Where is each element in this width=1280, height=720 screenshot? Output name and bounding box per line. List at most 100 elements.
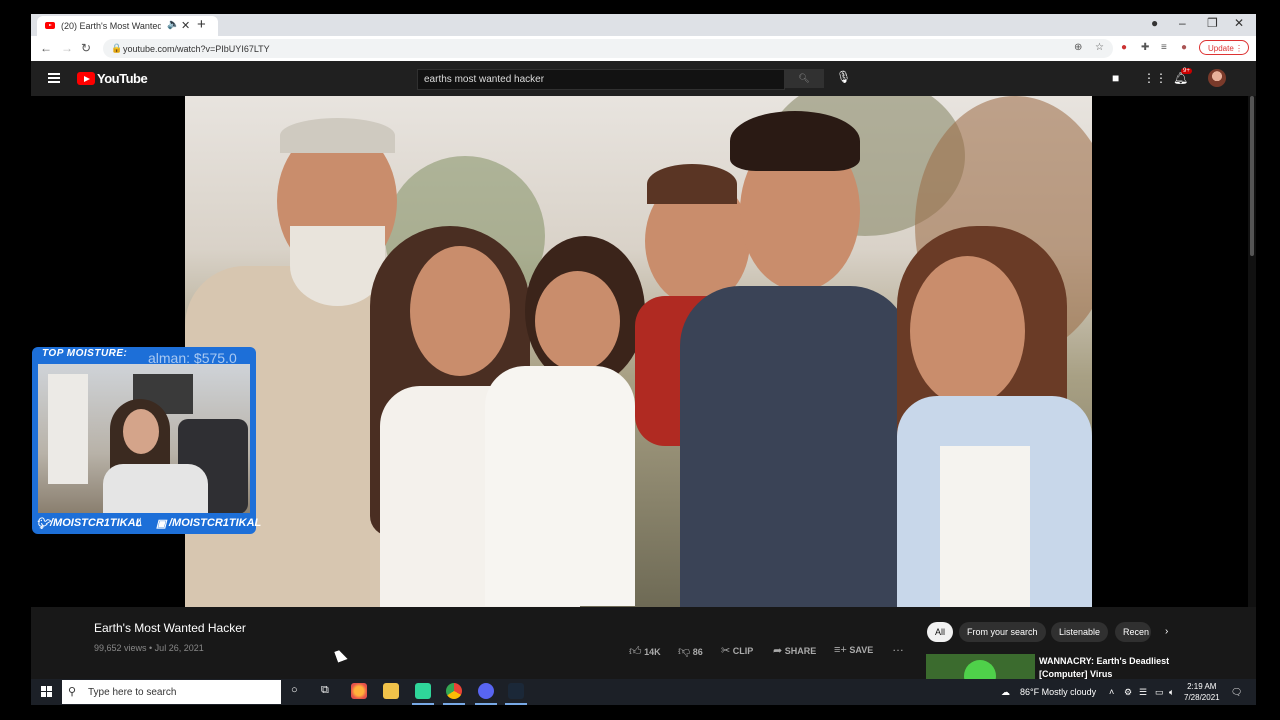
chip-recent[interactable]: Recen: [1115, 622, 1151, 642]
weather-text[interactable]: 86°F Mostly cloudy: [1020, 687, 1096, 697]
cortana-icon[interactable]: ○: [291, 684, 298, 696]
page-scrollbar[interactable]: [1248, 96, 1256, 607]
volume-icon[interactable]: 🔈︎: [1169, 687, 1174, 698]
water-drop-icon: 💧︎: [136, 515, 141, 529]
share-button[interactable]: ➦ SHARE: [773, 644, 816, 657]
clock-date: 7/28/2021: [1184, 693, 1220, 702]
twitter-icon: 🐦︎: [36, 518, 50, 530]
hamburger-menu-icon[interactable]: [48, 73, 60, 83]
search-button[interactable]: 🔍︎: [784, 69, 824, 88]
tray-apps-icon[interactable]: ⚙: [1124, 687, 1132, 698]
father-shirt: [680, 286, 910, 607]
user-avatar[interactable]: [1208, 69, 1226, 87]
extension-badge-icon[interactable]: ●: [1121, 42, 1127, 53]
tab-close-icon[interactable]: ✕: [181, 19, 190, 32]
browser-tab-active[interactable]: (20) Earth's Most Wanted Ha 🔈 ✕: [37, 16, 218, 36]
update-button[interactable]: Update ⋮: [1199, 40, 1249, 55]
chip-all[interactable]: All: [927, 622, 954, 642]
microphone-icon[interactable]: 🎙︎: [836, 70, 851, 84]
firefox-icon[interactable]: [351, 683, 367, 699]
youtube-masthead: YouTube earths most wanted hacker 🔍︎ 🎙︎ …: [31, 61, 1256, 96]
minimize-button[interactable]: –: [1179, 16, 1186, 30]
chrome-icon[interactable]: [446, 683, 462, 699]
file-explorer-icon[interactable]: [383, 683, 399, 699]
kebab-menu-icon: ⋮: [1235, 44, 1243, 53]
reading-list-icon[interactable]: ≡: [1161, 42, 1167, 53]
youtube-favicon-icon: [45, 22, 55, 29]
restore-button[interactable]: ❐: [1207, 16, 1218, 30]
dislike-button[interactable]: 👎︎ 86: [678, 644, 703, 659]
youtube-logo-icon[interactable]: [77, 72, 95, 85]
video-meta: 99,652 views • Jul 26, 2021: [94, 643, 204, 653]
scissors-icon: ✂: [721, 645, 731, 657]
active-indicator: [443, 703, 465, 705]
app-icon-green[interactable]: [415, 683, 431, 699]
recommended-thumbnail[interactable]: [926, 654, 1035, 679]
lock-icon: 🔒: [111, 43, 123, 53]
thumbs-up-icon: 👍︎: [629, 644, 642, 658]
search-input[interactable]: earths most wanted hacker: [417, 69, 785, 90]
windows-start-icon[interactable]: [41, 686, 52, 697]
clock-time: 2:19 AM: [1187, 682, 1217, 691]
install-icon[interactable]: ⊕: [1074, 42, 1082, 53]
address-bar[interactable]: 🔒 youtube.com/watch?v=PIbUYI67LTY: [103, 39, 1113, 58]
like-button[interactable]: 👍︎ 14K: [629, 644, 661, 659]
chip-listenable[interactable]: Listenable: [1051, 622, 1109, 642]
speaker-icon[interactable]: 🔈: [167, 19, 179, 30]
tab-strip: (20) Earth's Most Wanted Ha 🔈 ✕ + ● – ❐ …: [31, 14, 1256, 36]
weather-cloud-icon[interactable]: ☁: [1001, 687, 1010, 698]
streamer-face: [123, 409, 159, 454]
save-button[interactable]: ≡+ SAVE: [834, 644, 873, 656]
browser-toolbar: ← → ↻ 🔒 youtube.com/watch?v=PIbUYI67LTY …: [31, 36, 1256, 61]
father-hair: [730, 111, 860, 171]
network-icon[interactable]: ☰: [1139, 687, 1147, 698]
share-arrow-icon: ➦: [773, 645, 783, 657]
steam-icon[interactable]: [508, 683, 524, 699]
create-video-icon[interactable]: ■: [1112, 71, 1119, 85]
twitch-icon: ▣: [156, 518, 167, 530]
window-close-button[interactable]: ✕: [1234, 16, 1244, 30]
taskbar-search-input[interactable]: ⚲ Type here to search: [62, 680, 281, 704]
notification-center-icon[interactable]: 🗨︎: [1231, 687, 1242, 698]
webcam-feed: [38, 364, 250, 513]
clip-button[interactable]: ✂ CLIP: [721, 644, 753, 657]
reload-icon[interactable]: ↻: [81, 41, 91, 55]
door: [48, 374, 88, 484]
apps-grid-icon[interactable]: ⋮⋮: [1143, 71, 1167, 85]
like-count: 14K: [644, 647, 661, 657]
task-view-icon[interactable]: ⧉: [321, 684, 329, 697]
search-icon: 🔍︎: [798, 73, 810, 83]
mother-face: [410, 246, 510, 376]
chevron-right-icon[interactable]: ›: [1165, 626, 1168, 637]
grandmother-face: [910, 256, 1025, 406]
active-indicator: [412, 703, 434, 705]
boy-hair: [647, 164, 737, 204]
tray-chevron-icon[interactable]: ˄: [1109, 687, 1114, 697]
playlist-add-icon: ≡+: [834, 644, 847, 656]
girl-face: [535, 271, 620, 371]
girl-dress: [485, 366, 635, 606]
browser-window: (20) Earth's Most Wanted Ha 🔈 ✕ + ● – ❐ …: [31, 14, 1256, 61]
extensions-puzzle-icon[interactable]: ✚: [1141, 42, 1149, 53]
youtube-wordmark[interactable]: YouTube: [97, 71, 148, 86]
bookmark-star-icon[interactable]: ☆: [1095, 42, 1104, 53]
discord-icon[interactable]: [478, 683, 494, 699]
recommended-title[interactable]: WANNACRY: Earth's Deadliest [Computer] V…: [1039, 655, 1169, 681]
chip-from-your-search[interactable]: From your search: [959, 622, 1046, 642]
overlay-header: TOP MOISTURE:: [42, 348, 128, 359]
windows-taskbar: ⚲ Type here to search ○ ⧉ ☁ 86°F Mostly …: [31, 679, 1256, 705]
more-actions-button[interactable]: …: [892, 640, 904, 654]
recommended-title-line1: WANNACRY: Earth's Deadliest: [1039, 656, 1170, 666]
display-icon[interactable]: ▭: [1155, 687, 1164, 698]
twitch-handle: /MOISTCR1TIKAL: [169, 517, 262, 529]
video-player[interactable]: ~: [185, 96, 1092, 607]
forward-arrow-icon[interactable]: →: [61, 41, 73, 55]
grandmother-top: [940, 446, 1030, 607]
overlay-footer: 🐦︎ /MOISTCR1TIKAL 💧︎ ▣ /MOISTCR1TIKAL: [32, 515, 261, 533]
new-tab-button[interactable]: +: [197, 16, 206, 33]
system-clock[interactable]: 2:19 AM 7/28/2021: [1184, 681, 1220, 703]
url-text: youtube.com/watch?v=PIbUYI67LTY: [123, 44, 270, 54]
profile-circle-icon[interactable]: ●: [1151, 16, 1158, 30]
profile-avatar-icon[interactable]: ●: [1181, 42, 1187, 53]
back-arrow-icon[interactable]: ←: [40, 41, 52, 55]
